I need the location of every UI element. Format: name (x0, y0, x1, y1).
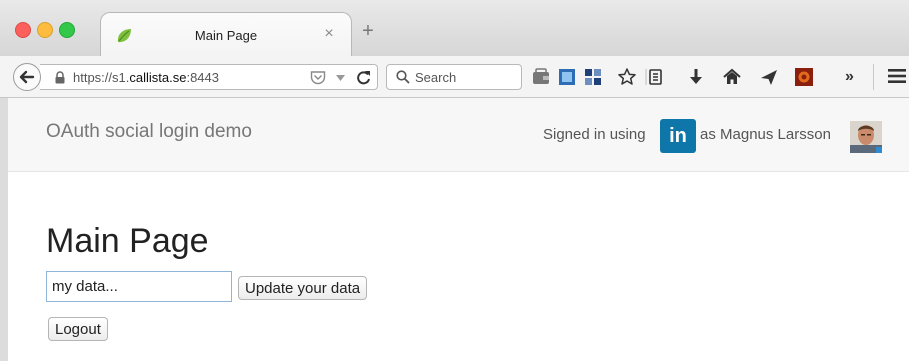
url-port: :8443 (186, 70, 219, 85)
back-arrow-icon (19, 70, 35, 84)
home-icon[interactable] (722, 67, 742, 87)
avatar (850, 121, 882, 153)
lock-icon (55, 71, 65, 84)
browser-titlebar: Main Page × + (0, 0, 909, 56)
address-bar[interactable]: https://s1.callista.se:8443 (40, 64, 378, 90)
signin-user: as Magnus Larsson (700, 126, 831, 143)
data-input[interactable] (46, 271, 232, 302)
search-bar[interactable] (386, 64, 522, 90)
new-tab-button[interactable]: + (359, 21, 377, 41)
search-icon (396, 70, 410, 84)
reload-icon[interactable] (356, 70, 371, 85)
window-maximize-button[interactable] (59, 22, 75, 38)
pocket-icon[interactable] (310, 70, 326, 85)
wallet-icon[interactable] (531, 67, 551, 87)
dropmarker-icon[interactable] (336, 75, 345, 81)
page-title: Main Page (46, 222, 209, 260)
web-page: OAuth social login demo Signed in using … (8, 98, 909, 361)
logout-button[interactable]: Logout (48, 317, 108, 341)
tab-close-icon[interactable]: × (321, 25, 337, 43)
tiles-icon[interactable] (583, 67, 603, 87)
reading-list-icon[interactable] (645, 67, 665, 87)
url-protocol: https:// (73, 70, 113, 85)
window-minimize-button[interactable] (37, 22, 53, 38)
site-brand[interactable]: OAuth social login demo (46, 121, 252, 143)
send-icon[interactable] (759, 67, 779, 87)
addon-icon[interactable] (794, 67, 814, 87)
search-input[interactable] (415, 68, 515, 86)
url-text: https://s1.callista.se:8443 (73, 70, 219, 85)
spring-leaf-icon (117, 29, 131, 43)
navigation-toolbar: https://s1.callista.se:8443 Search » (0, 56, 909, 98)
tab-title: Main Page (194, 28, 258, 43)
menu-icon[interactable] (888, 68, 906, 84)
window-close-button[interactable] (15, 22, 31, 38)
star-icon[interactable] (617, 67, 637, 87)
back-button[interactable] (13, 63, 41, 91)
overflow-chevron-icon[interactable]: » (845, 68, 854, 86)
download-icon[interactable] (686, 67, 706, 87)
tab-main-page[interactable]: Main Page × (100, 12, 352, 56)
toolbar-divider (873, 64, 874, 90)
screenshot-icon[interactable] (557, 67, 577, 87)
signin-prefix: Signed in using (543, 126, 646, 143)
site-header: OAuth social login demo Signed in using … (8, 98, 909, 172)
update-data-button[interactable]: Update your data (238, 276, 368, 300)
url-host-prefix: s1. (112, 70, 130, 85)
url-host-domain: callista.se (129, 70, 187, 85)
linkedin-icon: in (660, 119, 696, 153)
